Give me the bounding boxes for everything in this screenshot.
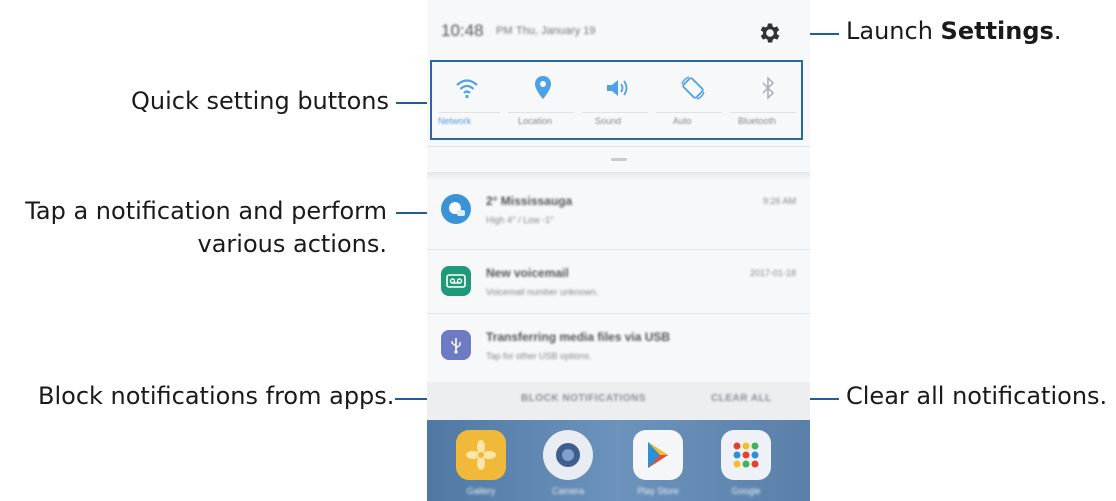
notification-item-voicemail[interactable]: New voicemail Voicemail number unknown. … <box>427 252 810 312</box>
notification-title: Transferring media files via USB <box>486 330 671 344</box>
quick-setting-label-sound[interactable]: Sound <box>595 116 621 126</box>
quick-settings-divider-3 <box>582 112 648 113</box>
quick-settings-divider-2 <box>508 112 574 113</box>
notification-subtitle: High 4° / Low -1° <box>486 215 554 225</box>
home-app-gallery[interactable] <box>456 430 506 480</box>
auto-rotate-toggle[interactable] <box>668 66 718 110</box>
panel-divider-top <box>427 146 810 147</box>
home-app-play-store[interactable] <box>633 430 683 480</box>
notification-time: 2017-01-18 <box>749 268 796 278</box>
home-app-label: Google <box>731 486 761 496</box>
settings-gear-icon[interactable] <box>757 20 783 46</box>
notification-action-bar: BLOCK NOTIFICATIONS CLEAR ALL <box>427 382 810 420</box>
clock: 10:48 <box>441 21 484 40</box>
quick-setting-label-network[interactable]: Network <box>438 116 471 126</box>
notification-subtitle: Tap for other USB options. <box>486 351 592 361</box>
google-folder-icon <box>733 442 759 468</box>
launch-settings-suffix: . <box>1053 17 1062 45</box>
date: Thu, January 19 <box>516 25 596 37</box>
notification-subtitle: Voicemail number unknown. <box>486 287 599 297</box>
home-app-camera[interactable] <box>543 430 593 480</box>
gallery-icon <box>466 440 496 470</box>
block-notifications-button[interactable]: BLOCK NOTIFICATIONS <box>521 393 646 404</box>
notification-time: 9:26 AM <box>762 196 796 206</box>
wifi-toggle[interactable] <box>442 66 492 110</box>
quick-settings-labels: Network Location Sound Auto Bluetooth <box>432 116 801 132</box>
voicemail-icon <box>441 266 471 296</box>
notification-list-shadow <box>427 172 810 180</box>
launch-settings-prefix: Launch <box>846 17 941 45</box>
quick-settings-icons <box>432 66 801 110</box>
clear-all-callout: Clear all notifications. <box>846 382 1108 410</box>
sound-icon <box>607 80 628 96</box>
bluetooth-icon <box>762 76 775 100</box>
notification-item-weather[interactable]: 2° Mississauga High 4° / Low -1° 9:26 AM <box>427 180 810 240</box>
clear-all-button[interactable]: CLEAR ALL <box>711 393 772 404</box>
home-screen: Gallery Camera Play Store Google <box>427 420 810 501</box>
quick-settings-divider-1 <box>438 112 500 113</box>
notification-panel: 10:48 PM Thu, January 19 Network Locatio… <box>427 0 810 501</box>
notification-title: New voicemail <box>486 266 569 280</box>
location-toggle[interactable] <box>518 66 568 110</box>
camera-icon <box>556 443 580 467</box>
home-app-label: Gallery <box>466 486 496 496</box>
notification-callout-line2: various actions. <box>197 230 387 258</box>
location-icon <box>535 76 551 99</box>
notification-callout-line1: Tap a notification and perform <box>25 197 387 225</box>
bluetooth-toggle[interactable] <box>743 66 793 110</box>
play-store-icon <box>648 442 668 468</box>
notification-item-usb[interactable]: Transferring media files via USB Tap for… <box>427 316 810 376</box>
clock-ampm: PM <box>496 25 513 37</box>
status-row: 10:48 PM Thu, January 19 <box>427 0 810 60</box>
quick-settings-divider-5 <box>730 112 796 113</box>
notification-title: 2° Mississauga <box>486 194 573 208</box>
weather-icon <box>441 194 471 224</box>
quick-settings-leader <box>396 102 430 104</box>
usb-icon <box>441 330 471 360</box>
quick-settings-divider-4 <box>656 112 722 113</box>
notification-divider-1 <box>427 249 810 250</box>
home-app-label: Play Store <box>637 486 679 496</box>
quick-setting-label-bluetooth[interactable]: Bluetooth <box>738 116 776 126</box>
launch-settings-bold: Settings <box>940 17 1054 45</box>
launch-settings-callout: Launch Settings. <box>846 15 1061 48</box>
quick-settings-panel: Network Location Sound Auto Bluetooth <box>430 60 803 140</box>
block-notifications-callout: Block notifications from apps. <box>38 382 395 410</box>
panel-drag-handle[interactable] <box>611 158 627 161</box>
home-app-google-folder[interactable] <box>721 430 771 480</box>
notification-divider-2 <box>427 313 810 314</box>
auto-rotate-icon <box>681 76 705 100</box>
quick-settings-callout: Quick setting buttons <box>131 87 389 115</box>
wifi-icon <box>456 79 478 99</box>
quick-setting-label-location[interactable]: Location <box>518 116 552 126</box>
quick-setting-label-auto[interactable]: Auto <box>673 116 692 126</box>
sound-toggle[interactable] <box>593 66 643 110</box>
home-app-label: Camera <box>551 486 584 496</box>
